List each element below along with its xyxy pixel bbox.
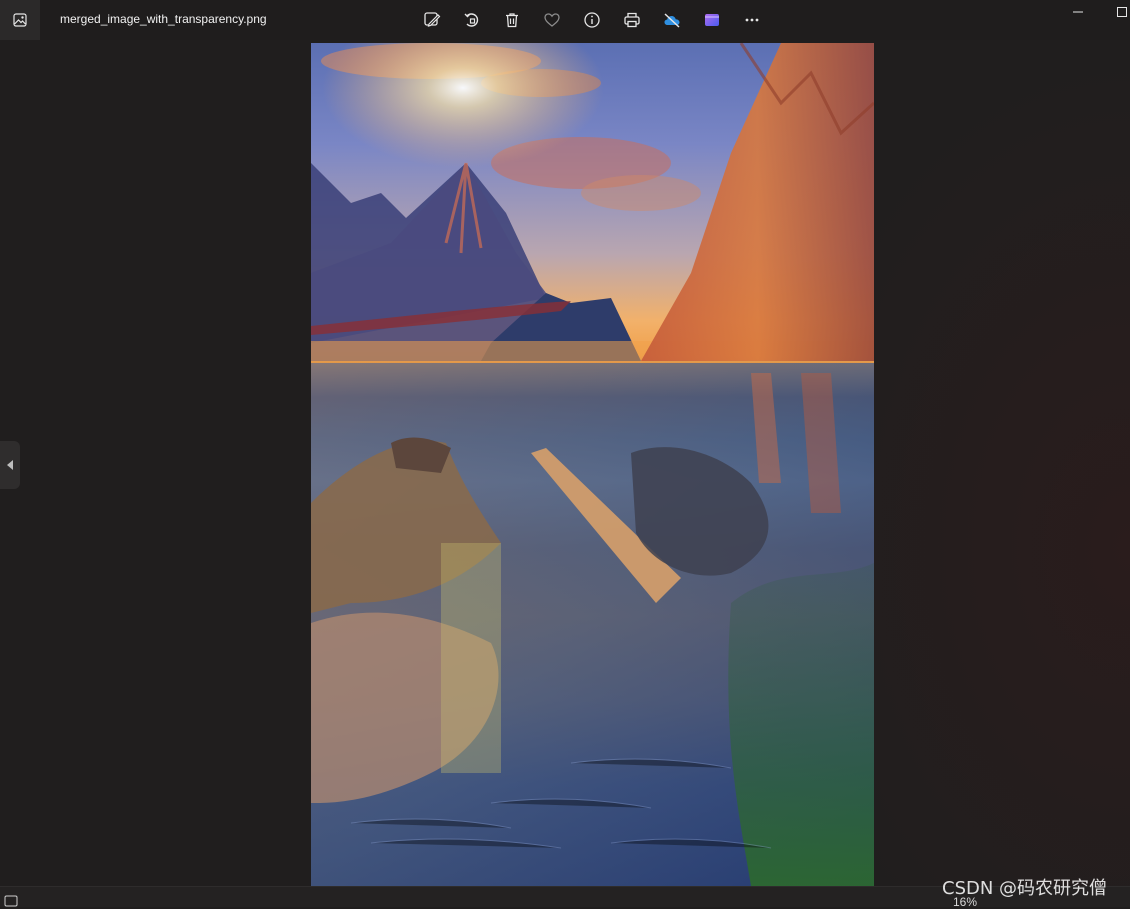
title-bar: merged_image_with_transparency.png <box>0 0 1130 40</box>
delete-button[interactable] <box>500 8 524 32</box>
chevron-left-icon <box>7 460 13 470</box>
minimize-button[interactable] <box>1070 4 1086 20</box>
clipchamp-button[interactable] <box>700 8 724 32</box>
clipchamp-icon <box>705 14 719 26</box>
filmstrip-icon[interactable] <box>4 893 18 907</box>
rotate-icon <box>464 13 479 27</box>
file-info-button[interactable] <box>580 8 604 32</box>
edit-image-icon <box>424 12 441 27</box>
photos-app-icon[interactable] <box>0 0 40 40</box>
previous-image-button[interactable] <box>0 441 20 489</box>
onedrive-button[interactable] <box>660 8 684 32</box>
info-icon <box>584 12 600 28</box>
displayed-photo[interactable] <box>311 43 874 886</box>
favorite-button[interactable] <box>540 8 564 32</box>
cloud-off-icon <box>664 13 680 28</box>
maximize-button[interactable] <box>1114 4 1130 20</box>
print-button[interactable] <box>620 8 644 32</box>
image-icon <box>13 13 27 27</box>
printer-icon <box>624 12 640 28</box>
edit-image-button[interactable] <box>420 8 444 32</box>
landscape-image <box>311 43 874 886</box>
watermark: CSDN @码农研究僧 <box>942 878 1108 899</box>
heart-icon <box>544 13 560 27</box>
file-name: merged_image_with_transparency.png <box>60 12 267 26</box>
rotate-button[interactable] <box>460 8 484 32</box>
more-options-button[interactable] <box>740 8 764 32</box>
ellipsis-icon <box>745 18 759 22</box>
trash-icon <box>506 13 518 28</box>
